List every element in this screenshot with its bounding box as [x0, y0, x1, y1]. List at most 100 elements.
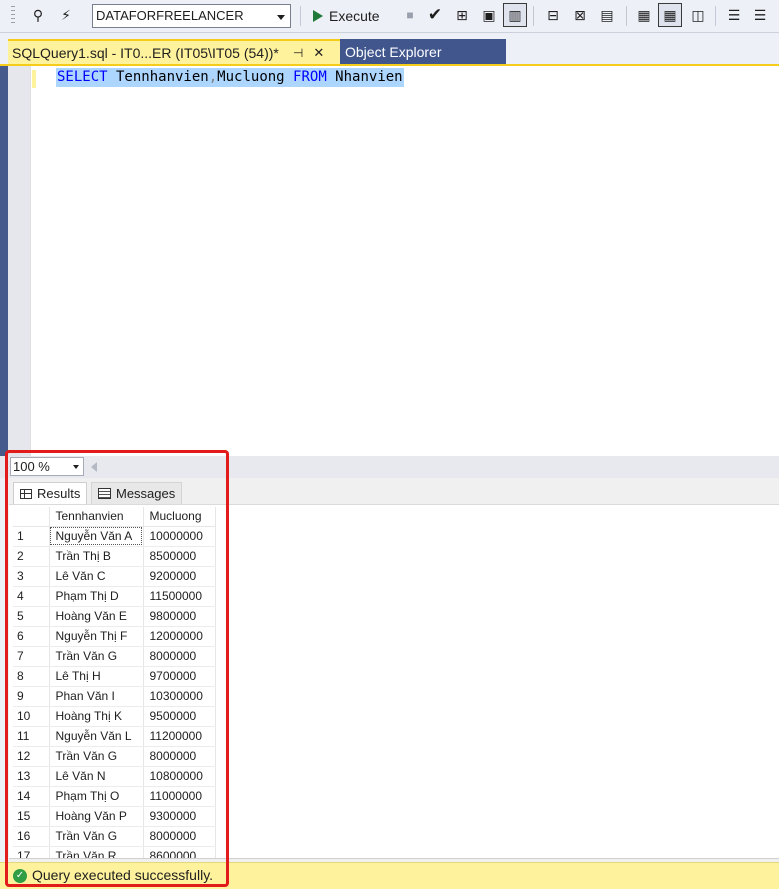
cell-mucluong[interactable]: 11000000 [143, 786, 216, 807]
zoom-select[interactable]: 100 % [10, 457, 84, 476]
table-row[interactable]: 8 Lê Thị H 9700000 [13, 666, 216, 687]
cell-mucluong[interactable]: 8000000 [143, 826, 216, 847]
cell-mucluong[interactable]: 10800000 [143, 766, 216, 787]
cell-tennhanvien[interactable]: Lê Văn N [49, 766, 144, 787]
zoom-value: 100 % [13, 459, 50, 474]
document-tab-strip: SQLQuery1.sql - IT0...ER (IT05\IT05 (54)… [0, 33, 779, 66]
results-to-text-icon[interactable]: ▦ [634, 5, 654, 25]
close-icon[interactable]: ✕ [313, 45, 324, 61]
table-row[interactable]: 13 Lê Văn N 10800000 [13, 766, 216, 787]
parse-check-icon[interactable]: ✔ [425, 5, 445, 25]
stop-icon[interactable]: ■ [400, 5, 420, 25]
table-row[interactable]: 2 Trần Thị B 8500000 [13, 546, 216, 567]
intellisense-icon[interactable]: ▥ [503, 3, 527, 27]
cell-mucluong[interactable]: 9200000 [143, 566, 216, 587]
client-stats-icon[interactable]: ▤ [597, 5, 617, 25]
row-number: 5 [13, 606, 50, 627]
estimated-plan-icon[interactable]: ⊞ [452, 5, 472, 25]
tab-messages-label: Messages [116, 486, 176, 501]
table-row[interactable]: 16 Trần Văn G 8000000 [13, 826, 216, 847]
table-row[interactable]: 14 Phạm Thị O 11000000 [13, 786, 216, 807]
cell-tennhanvien[interactable]: Trần Văn G [49, 746, 144, 767]
table-row[interactable]: 12 Trần Văn G 8000000 [13, 746, 216, 767]
table-row[interactable]: 5 Hoàng Văn E 9800000 [13, 606, 216, 627]
row-number: 9 [13, 686, 50, 707]
cell-tennhanvien[interactable]: Hoàng Văn E [49, 606, 144, 627]
results-to-grid-icon[interactable]: ▦ [658, 3, 682, 27]
table-row[interactable]: 7 Trần Văn G 8000000 [13, 646, 216, 667]
tab-results[interactable]: Results [13, 482, 88, 504]
toolbar-separator [533, 6, 534, 26]
results-grid[interactable]: Tennhanvien Mucluong 1 Nguyễn Văn A 100000… [13, 507, 216, 859]
cell-mucluong[interactable]: 9800000 [143, 606, 216, 627]
row-number: 1 [13, 526, 50, 547]
sql-query-line[interactable]: SELECT Tennhanvien,Mucluong FROM Nhanvie… [56, 68, 404, 87]
comma: , [208, 69, 218, 85]
row-number: 2 [13, 546, 50, 567]
row-number: 8 [13, 666, 50, 687]
cell-mucluong[interactable]: 12000000 [143, 626, 216, 647]
cell-tennhanvien[interactable]: Hoàng Văn P [49, 806, 144, 827]
database-select[interactable]: DATAFORFREELANCER [92, 4, 291, 28]
query-options-icon[interactable]: ▣ [479, 5, 499, 25]
cell-mucluong[interactable]: 9700000 [143, 666, 216, 687]
row-number: 11 [13, 726, 50, 747]
tab-object-explorer[interactable]: Object Explorer [340, 39, 506, 65]
cell-tennhanvien[interactable]: Trần Văn G [49, 646, 144, 667]
cell-tennhanvien[interactable]: Phan Văn I [49, 686, 144, 707]
tab-messages[interactable]: Messages [91, 482, 183, 504]
table-row[interactable]: 4 Phạm Thị D 11500000 [13, 586, 216, 607]
cell-tennhanvien[interactable]: Nguyễn Thị F [49, 626, 144, 647]
cell-mucluong[interactable]: 8000000 [143, 646, 216, 667]
cell-tennhanvien[interactable]: Lê Văn C [49, 566, 144, 587]
column-header[interactable]: Tennhanvien [49, 507, 144, 527]
table-row[interactable]: 6 Nguyễn Thị F 12000000 [13, 626, 216, 647]
cell-tennhanvien[interactable]: Hoàng Thị K [49, 706, 144, 727]
cell-mucluong[interactable]: 9500000 [143, 706, 216, 727]
results-to-file-icon[interactable]: ◫ [688, 5, 708, 25]
cell-mucluong[interactable]: 10300000 [143, 686, 216, 707]
results-grid-area[interactable]: Tennhanvien Mucluong 1 Nguyễn Văn A 100000… [9, 504, 779, 859]
editor-gutter [8, 66, 31, 456]
column-header[interactable]: Mucluong [143, 507, 216, 527]
cell-mucluong[interactable]: 8000000 [143, 746, 216, 767]
status-message: Query executed successfully. [32, 867, 214, 883]
comment-lines-icon[interactable]: ☰ [724, 5, 744, 25]
actual-plan-icon[interactable]: ⊟ [543, 5, 563, 25]
check-circle-icon: ✓ [13, 869, 27, 883]
table-row[interactable]: 10 Hoàng Thị K 9500000 [13, 706, 216, 727]
scroll-left-icon[interactable] [91, 462, 97, 472]
cell-mucluong[interactable]: 11200000 [143, 726, 216, 747]
cell-mucluong[interactable]: 11500000 [143, 586, 216, 607]
row-number: 4 [13, 586, 50, 607]
table-row[interactable]: 11 Nguyễn Văn L 11200000 [13, 726, 216, 747]
pin-icon[interactable]: ⊣ [293, 46, 303, 60]
table-row[interactable]: 1 Nguyễn Văn A 10000000 [13, 526, 216, 547]
table-row[interactable]: 9 Phan Văn I 10300000 [13, 686, 216, 707]
uncomment-lines-icon[interactable]: ☰ [750, 5, 770, 25]
change-connection-icon[interactable]: ⚡ [56, 5, 76, 25]
cell-tennhanvien[interactable]: Nguyễn Văn A [49, 526, 144, 547]
zoom-strip: 100 % [0, 456, 779, 478]
sql-editor[interactable] [31, 66, 779, 456]
grid-header-row: Tennhanvien Mucluong [13, 507, 216, 527]
cell-tennhanvien[interactable]: Trần Văn G [49, 826, 144, 847]
editor-left-border [0, 66, 8, 456]
cell-mucluong[interactable]: 10000000 [143, 526, 216, 547]
toolbar-grip[interactable] [11, 6, 15, 26]
cell-tennhanvien[interactable]: Phạm Thị D [49, 586, 144, 607]
row-number: 12 [13, 746, 50, 767]
cell-tennhanvien[interactable]: Phạm Thị O [49, 786, 144, 807]
cell-tennhanvien[interactable]: Nguyễn Văn L [49, 726, 144, 747]
execute-button[interactable]: Execute [309, 4, 380, 28]
cell-mucluong[interactable]: 8500000 [143, 546, 216, 567]
tab-query[interactable]: SQLQuery1.sql - IT0...ER (IT05\IT05 (54)… [8, 39, 340, 65]
database-select-value: DATAFORFREELANCER [96, 8, 244, 23]
table-row[interactable]: 15 Hoàng Văn P 9300000 [13, 806, 216, 827]
connect-icon[interactable]: ⚲ [28, 5, 48, 25]
live-stats-icon[interactable]: ⊠ [570, 5, 590, 25]
table-row[interactable]: 3 Lê Văn C 9200000 [13, 566, 216, 587]
cell-mucluong[interactable]: 9300000 [143, 806, 216, 827]
cell-tennhanvien[interactable]: Lê Thị H [49, 666, 144, 687]
cell-tennhanvien[interactable]: Trần Thị B [49, 546, 144, 567]
